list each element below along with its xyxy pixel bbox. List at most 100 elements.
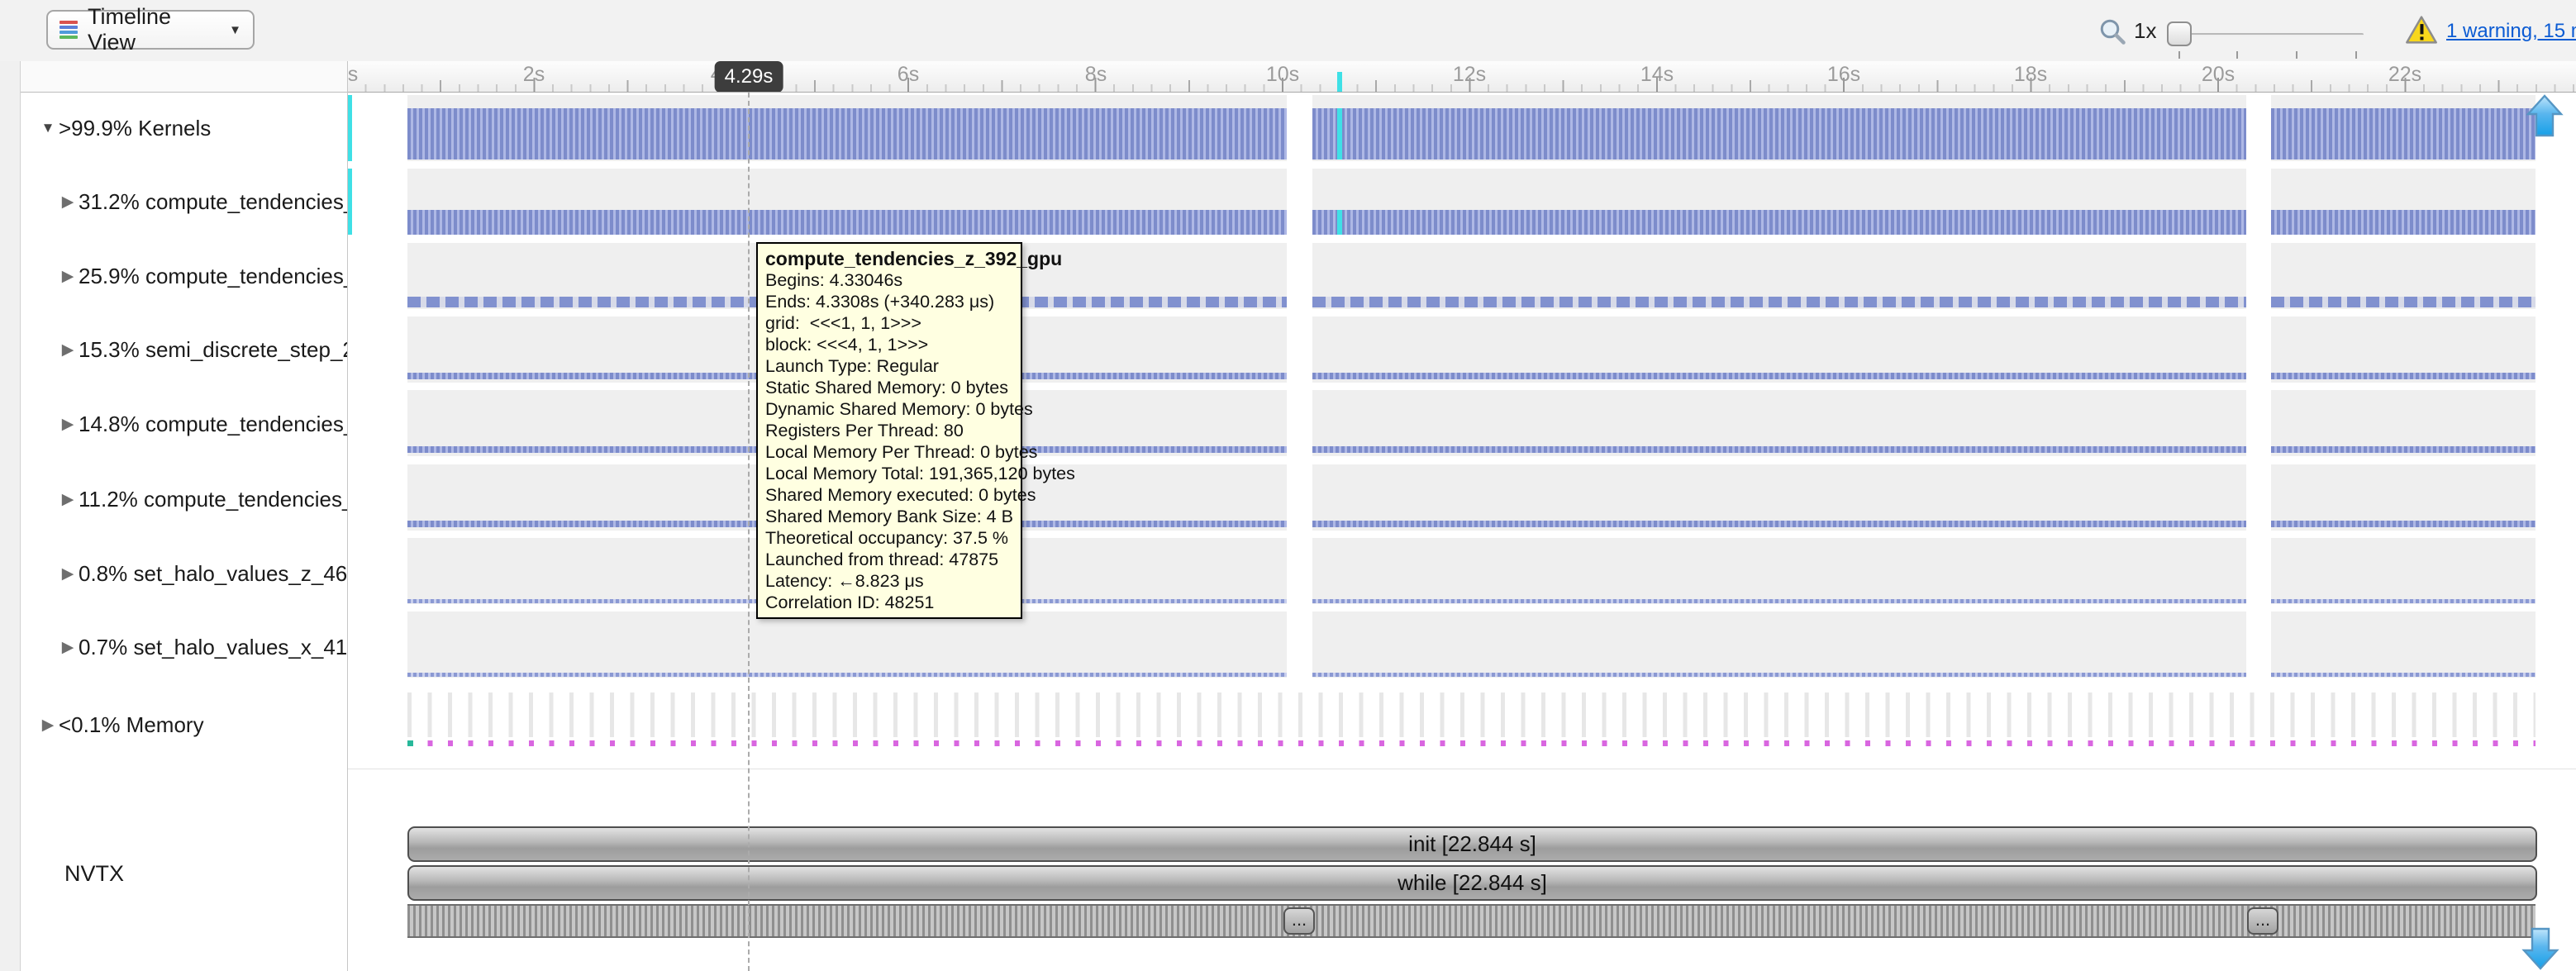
kernel-activity-segment[interactable] [407, 169, 1287, 235]
kernel-activity-segment[interactable] [407, 95, 1287, 161]
kernel-bars[interactable] [2271, 297, 2536, 307]
ruler-label: 10s [1266, 63, 1299, 87]
tooltip-line: Latency: ←8.823 μs [765, 570, 1013, 592]
kernel-bars[interactable] [2271, 108, 2536, 159]
nvtx-range-while[interactable]: while [22.844 s] [407, 865, 2537, 901]
view-selector-dropdown[interactable]: Timeline View ▼ [46, 10, 255, 50]
kernel-bars[interactable] [1312, 521, 2246, 527]
warnings-messages-link[interactable]: 1 warning, 15 messages [2405, 13, 2576, 50]
zoom-slider-handle[interactable] [2167, 21, 2192, 46]
tooltip-line: grid: <<<1, 1, 1>>> [765, 312, 1013, 334]
kernel-bars[interactable] [2271, 210, 2536, 235]
kernel-bars[interactable] [407, 673, 1287, 677]
scroll-up-arrow-icon[interactable] [2525, 94, 2564, 141]
nvtx-dense-ranges-bar[interactable]: ... ... [407, 904, 2536, 938]
kernel-bars[interactable] [1312, 446, 2246, 453]
nvtx-collapsed-ranges-button[interactable]: ... [2247, 907, 2278, 935]
sidebar-item-compute-tendencies-z-354[interactable]: ▶ 14.8% compute_tendencies_z_354_gpu [21, 407, 347, 440]
kernel-bars[interactable] [2271, 446, 2536, 453]
expander-collapsed-icon[interactable]: ▶ [57, 415, 79, 434]
cursor-time-badge: 4.29s [715, 61, 783, 93]
tooltip-line: Launched from thread: 47875 [765, 549, 1013, 570]
sidebar-item-compute-tendencies-z-392[interactable]: ▶ 31.2% compute_tendencies_z_392_ [21, 185, 347, 218]
timeline-canvas[interactable]: init [22.844 s] while [22.844 s] ... ... [347, 93, 2576, 971]
kernel-activity-segment[interactable] [2271, 317, 2536, 383]
zoom-slider-tick [2236, 51, 2238, 59]
sidebar-item-semi-discrete-step-257[interactable]: ▶ 15.3% semi_discrete_step_257_gpu [21, 333, 347, 366]
sidebar-item-compute-tendencies-x-324[interactable]: ▶ 25.9% compute_tendencies_x_324_gpu [21, 259, 347, 293]
sidebar-item-compute-tendencies-x-286[interactable]: ▶ 11.2% compute_tendencies_x_286_gpu [21, 483, 347, 516]
timeline-row-compute-tendencies-x-286[interactable] [347, 464, 2576, 531]
kernel-activity-segment[interactable] [1312, 538, 2246, 604]
kernel-bars[interactable] [1312, 599, 2246, 603]
timeline-row-compute-tendencies-z-354[interactable] [347, 390, 2576, 456]
ruler-label: 2s [523, 63, 545, 87]
kernel-bars[interactable] [407, 210, 1287, 235]
kernel-activity-segment[interactable] [2271, 612, 2536, 678]
expander-collapsed-icon[interactable]: ▶ [57, 193, 79, 212]
expander-collapsed-icon[interactable]: ▶ [57, 267, 79, 286]
tooltip-line: Local Memory Per Thread: 0 bytes [765, 441, 1013, 463]
kernel-bars[interactable] [2271, 521, 2536, 527]
kernel-activity-segment[interactable] [1312, 464, 2246, 531]
magnifier-icon [2097, 17, 2127, 50]
chevron-down-icon: ▼ [229, 23, 241, 37]
sidebar-item-memory[interactable]: ▶ <0.1% Memory [21, 708, 347, 741]
kernel-activity-segment[interactable] [2271, 390, 2536, 456]
nvtx-section-label: NVTX [64, 861, 124, 887]
sidebar-item-set-halo-values-x-419[interactable]: ▶ 0.7% set_halo_values_x_419_gpu [21, 631, 347, 664]
zoom-slider-tick [2296, 51, 2297, 59]
kernel-bars[interactable] [2271, 373, 2536, 379]
kernel-activity-segment[interactable] [1312, 317, 2246, 383]
timeline-row-compute-tendencies-z-392[interactable] [347, 169, 2576, 235]
zoom-slider-track[interactable] [2174, 33, 2364, 36]
sidebar-item-kernels[interactable]: ▼ >99.9% Kernels [21, 112, 347, 145]
ruler-label: 8s [1085, 63, 1107, 87]
kernel-bars[interactable] [1312, 297, 2246, 307]
ruler-label: 18s [2014, 63, 2047, 87]
kernel-activity-segment[interactable] [1312, 169, 2246, 235]
expander-collapsed-icon[interactable]: ▶ [37, 716, 59, 735]
kernel-activity-segment[interactable] [1312, 612, 2246, 678]
kernel-bars[interactable] [1312, 673, 2246, 677]
timeline-row-compute-tendencies-x-324[interactable] [347, 243, 2576, 309]
kernel-activity-segment[interactable] [2271, 169, 2536, 235]
zoom-level-value: 1x [2134, 18, 2156, 44]
kernel-activity-segment[interactable] [2271, 95, 2536, 161]
timeline-ruler[interactable]: 0s 2s 4s 6s 8s 10s 12s 14s 16s 18s 20s 2… [347, 61, 2576, 93]
kernel-bars[interactable] [1312, 210, 2246, 235]
panel-divider[interactable] [347, 61, 348, 971]
timeline-row-set-halo-values-z-462[interactable] [347, 538, 2576, 604]
nvtx-range-init[interactable]: init [22.844 s] [407, 826, 2537, 862]
kernel-bars[interactable] [2271, 673, 2536, 677]
kernel-bars[interactable] [407, 108, 1287, 159]
nsight-timeline-window: Timeline View ▼ 1x [0, 0, 2576, 971]
timeline-row-set-halo-values-x-419[interactable] [347, 612, 2576, 678]
scroll-down-arrow-icon[interactable] [2521, 927, 2560, 971]
expander-collapsed-icon[interactable]: ▶ [57, 638, 79, 657]
kernel-activity-segment[interactable] [2271, 243, 2536, 309]
selection-marker-tick [1337, 72, 1342, 92]
kernel-activity-segment[interactable] [407, 612, 1287, 678]
timeline-row-kernels[interactable] [347, 95, 2576, 161]
expander-expanded-icon[interactable]: ▼ [37, 120, 59, 136]
timeline-row-memory[interactable] [347, 686, 2576, 752]
kernel-activity-segment[interactable] [2271, 538, 2536, 604]
kernel-activity-segment[interactable] [1312, 95, 2246, 161]
warning-triangle-icon [2405, 15, 2438, 49]
kernel-activity-segment[interactable] [1312, 243, 2246, 309]
kernel-activity-segment[interactable] [2271, 464, 2536, 531]
tooltip-line: block: <<<4, 1, 1>>> [765, 334, 1013, 355]
nvtx-collapsed-ranges-button[interactable]: ... [1283, 907, 1315, 935]
kernel-bars[interactable] [1312, 108, 2246, 159]
ruler-label: 12s [1453, 63, 1486, 87]
kernel-activity-segment[interactable] [1312, 390, 2246, 456]
kernel-bars[interactable] [1312, 373, 2246, 379]
expander-collapsed-icon[interactable]: ▶ [57, 490, 79, 509]
expander-collapsed-icon[interactable]: ▶ [57, 564, 79, 583]
messages-link-text: 1 warning, 15 messages [2446, 20, 2576, 43]
kernel-bars[interactable] [2271, 599, 2536, 603]
timeline-row-semi-discrete-step-257[interactable] [347, 317, 2576, 383]
sidebar-item-set-halo-values-z-462[interactable]: ▶ 0.8% set_halo_values_z_462_gpu [21, 557, 347, 590]
expander-collapsed-icon[interactable]: ▶ [57, 340, 79, 359]
